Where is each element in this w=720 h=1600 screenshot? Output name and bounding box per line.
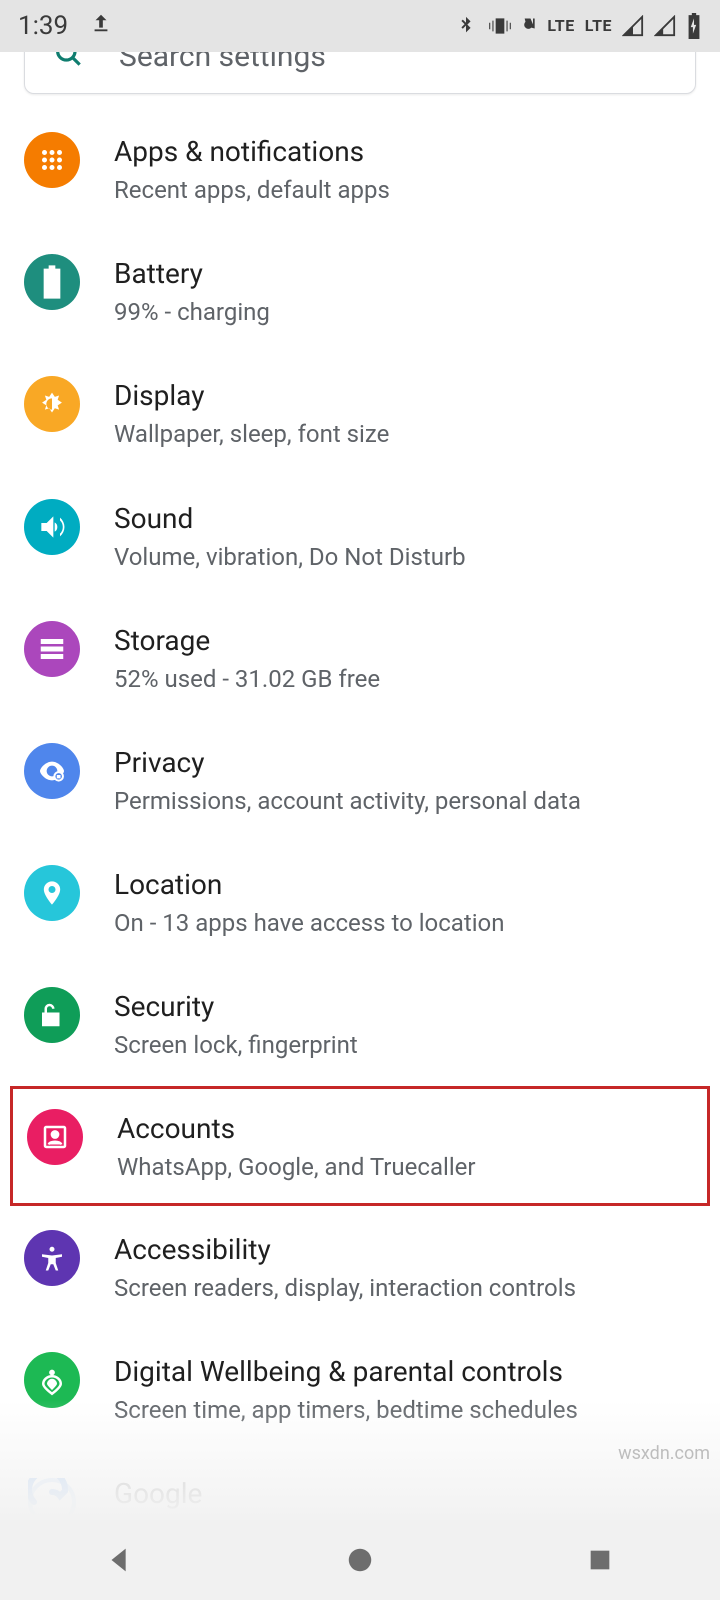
item-title: Sound [114, 501, 696, 536]
accessibility-icon [24, 1230, 80, 1286]
upload-icon [90, 10, 112, 43]
location-icon [24, 865, 80, 921]
bluetooth-icon [455, 12, 477, 40]
vibrate-icon [487, 13, 513, 39]
search-settings[interactable]: Search settings [24, 52, 696, 94]
item-sub: Screen readers, display, interaction con… [114, 1273, 696, 1304]
nav-home[interactable] [339, 1539, 381, 1581]
search-icon [53, 52, 85, 74]
search-placeholder: Search settings [119, 52, 326, 74]
signal-2-icon [654, 15, 676, 37]
item-title: Accessibility [114, 1232, 696, 1267]
nav-bar [0, 1520, 720, 1600]
settings-item-accounts[interactable]: Accounts WhatsApp, Google, and Truecaller [13, 1089, 707, 1203]
item-sub: On - 13 apps have access to location [114, 908, 696, 939]
settings-item-storage[interactable]: Storage 52% used - 31.02 GB free [0, 597, 720, 719]
item-sub: 52% used - 31.02 GB free [114, 664, 696, 695]
status-bar: 1:39 LTE LTE [0, 0, 720, 52]
fade-overlay [0, 1400, 720, 1520]
settings-scroll[interactable]: Search settings Apps & notifications Rece… [0, 52, 720, 1520]
item-sub: Screen lock, fingerprint [114, 1030, 696, 1061]
item-sub: Wallpaper, sleep, font size [114, 419, 696, 450]
item-title: Accounts [117, 1111, 693, 1146]
item-title: Apps & notifications [114, 134, 696, 169]
settings-item-privacy[interactable]: Privacy Permissions, account activity, pe… [0, 719, 720, 841]
privacy-icon [24, 743, 80, 799]
item-sub: WhatsApp, Google, and Truecaller [117, 1152, 693, 1183]
storage-icon [24, 621, 80, 677]
clock: 1:39 [18, 11, 68, 41]
highlight-accounts: Accounts WhatsApp, Google, and Truecaller [10, 1086, 710, 1206]
signal-1-icon [622, 15, 644, 37]
accounts-icon [27, 1109, 83, 1165]
security-icon [24, 987, 80, 1043]
item-title: Digital Wellbeing & parental controls [114, 1354, 696, 1389]
item-sub: Volume, vibration, Do Not Disturb [114, 542, 696, 573]
settings-item-security[interactable]: Security Screen lock, fingerprint [0, 963, 720, 1085]
item-title: Location [114, 867, 696, 902]
item-sub: Recent apps, default apps [114, 175, 696, 206]
nav-back[interactable] [99, 1539, 141, 1581]
item-title: Display [114, 378, 696, 413]
item-title: Privacy [114, 745, 696, 780]
item-sub: Permissions, account activity, personal … [114, 786, 696, 817]
settings-item-sound[interactable]: Sound Volume, vibration, Do Not Disturb [0, 475, 720, 597]
settings-item-accessibility[interactable]: Accessibility Screen readers, display, in… [0, 1206, 720, 1328]
sound-icon [24, 499, 80, 555]
item-title: Storage [114, 623, 696, 658]
settings-item-display[interactable]: Display Wallpaper, sleep, font size [0, 352, 720, 474]
settings-item-apps[interactable]: Apps & notifications Recent apps, default… [0, 108, 720, 230]
settings-item-battery[interactable]: Battery 99% - charging [0, 230, 720, 352]
item-sub: 99% - charging [114, 297, 696, 328]
watermark: wsxdn.com [618, 1443, 710, 1464]
volte-icon: LTE [523, 16, 574, 36]
nav-recent[interactable] [579, 1539, 621, 1581]
item-title: Security [114, 989, 696, 1024]
battery-charging-icon [686, 13, 702, 39]
item-title: Battery [114, 256, 696, 291]
display-icon [24, 376, 80, 432]
lte-icon: LTE [585, 18, 612, 34]
settings-item-location[interactable]: Location On - 13 apps have access to loca… [0, 841, 720, 963]
apps-icon [24, 132, 80, 188]
battery-icon [24, 254, 80, 310]
